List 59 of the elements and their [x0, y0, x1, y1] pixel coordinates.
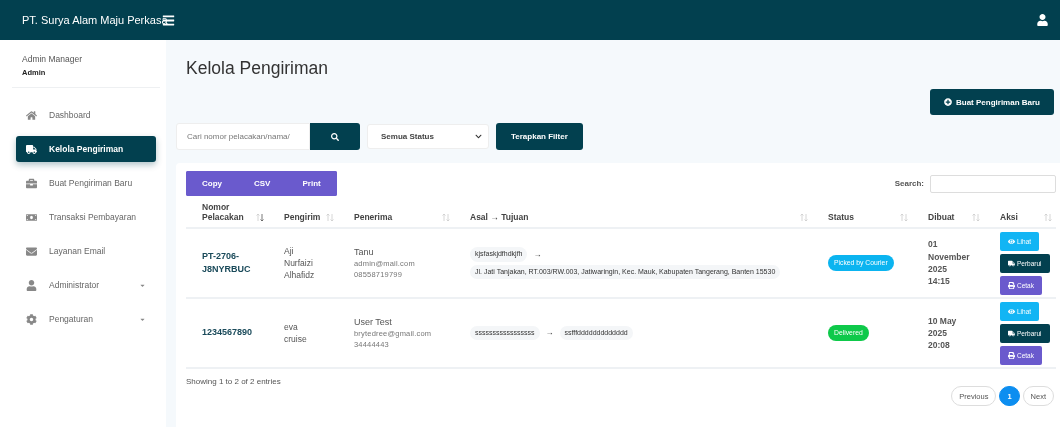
truck-icon — [1008, 259, 1015, 267]
sort-icon[interactable] — [442, 213, 450, 222]
search-field[interactable]: Cari nomor pelacakan/nama/ — [176, 123, 310, 150]
chevron-icon — [475, 133, 482, 140]
printer-icon — [1008, 281, 1015, 289]
sort-icon[interactable] — [800, 213, 808, 222]
plus-icon — [944, 98, 952, 106]
created-date: 01 November 2025 14:15 — [928, 239, 970, 287]
sidebar-item[interactable]: Administrator — [16, 272, 156, 298]
sort-icon[interactable] — [326, 213, 334, 222]
column-header[interactable]: Pengirim — [284, 212, 321, 222]
sidebar-item[interactable]: Pengaturan — [16, 306, 156, 332]
brand-name[interactable]: PT. Surya Alam Maju Perkasa — [22, 14, 168, 26]
apply-filter-button[interactable]: Terapkan Filter — [496, 123, 583, 150]
route-arrow: → — [545, 327, 554, 339]
page-title: Kelola Pengiriman — [186, 58, 330, 79]
tracking-number: PT-2706- J8NYRBUC — [202, 250, 251, 274]
receiver-name: Tanu — [354, 245, 375, 259]
banknote-icon — [26, 211, 37, 223]
column-header[interactable]: Nomor Pelacakan — [202, 202, 244, 222]
printer-icon — [1008, 351, 1015, 359]
sidebar-item[interactable]: Transaksi Pembayaran — [16, 204, 156, 230]
sidebar-item[interactable]: Buat Pengiriman Baru — [16, 170, 156, 196]
envelope-icon — [26, 245, 37, 257]
briefcase-icon — [26, 177, 37, 189]
eye-icon — [1008, 307, 1015, 315]
sidebar-item[interactable]: Layanan Email — [16, 238, 156, 264]
column-header[interactable]: Status — [828, 212, 854, 222]
sort-icon[interactable] — [972, 213, 980, 222]
column-header[interactable]: Asal → Tujuan — [470, 212, 529, 222]
gear-icon — [26, 313, 37, 325]
sort-icon[interactable] — [900, 213, 908, 222]
home-icon — [26, 109, 37, 121]
column-header[interactable]: Penerima — [354, 212, 393, 222]
column-header[interactable]: Dibuat — [928, 212, 955, 222]
sort-icon[interactable] — [1044, 213, 1052, 222]
user-icon[interactable] — [1037, 14, 1048, 26]
column-header[interactable]: Aksi — [1000, 212, 1018, 222]
table-search-field[interactable] — [930, 174, 1056, 193]
sender-name: eva cruise — [284, 321, 307, 344]
search-icon — [331, 132, 339, 141]
sidebar-item[interactable]: Kelola Pengiriman — [16, 136, 156, 162]
sender-name: Aji Nurfaizi Alhafidz — [284, 245, 315, 281]
status-select[interactable]: Semua Status — [367, 124, 489, 149]
route-arrow: → — [533, 248, 542, 261]
receiver-name: User Test — [354, 315, 393, 329]
eye-icon — [1008, 237, 1015, 245]
tracking-number: 1234567890 — [202, 327, 253, 338]
search-label: Search: — [894, 179, 924, 188]
user-name: Admin Manager — [21, 54, 83, 64]
user-icon — [26, 279, 37, 291]
truck-icon — [26, 143, 37, 155]
search-button[interactable] — [310, 123, 360, 150]
created-date: 10 May 2025 20:08 — [928, 315, 957, 351]
new-shipment-button[interactable]: Buat Pengiriman Baru — [930, 89, 1054, 115]
entries-info: Showing 1 to 2 of 2 entries — [186, 377, 282, 386]
sidebar-item[interactable]: Dashboard — [16, 102, 156, 128]
truck-icon — [1008, 329, 1015, 337]
sort-icon[interactable] — [256, 213, 264, 222]
